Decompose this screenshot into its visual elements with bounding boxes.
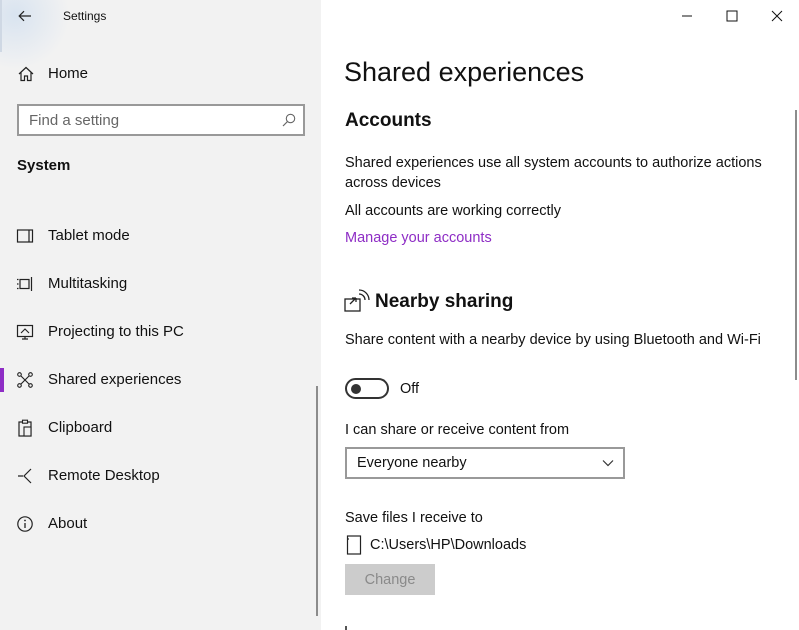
accounts-description: Shared experiences use all system accoun… [345,155,762,191]
sidebar-item-label: About [48,515,88,532]
nearby-sharing-toggle[interactable] [345,378,389,399]
close-button[interactable] [754,0,799,32]
maximize-icon [726,10,738,22]
accounts-status: All accounts are working correctly [345,203,561,219]
sidebar-item-label: Shared experiences [48,371,182,388]
minimize-icon [682,15,692,17]
device-icon [346,535,362,555]
multitasking-icon [17,277,33,291]
selection-indicator [0,368,4,392]
shared-experiences-icon [17,372,33,388]
nearby-sharing-icon [344,289,370,312]
sidebar-item-home[interactable]: Home [0,56,321,90]
close-icon [771,10,783,22]
toggle-knob [351,384,361,394]
sidebar-item-about[interactable]: About [0,504,321,544]
sidebar-item-label: Tablet mode [48,227,130,244]
back-arrow-icon [18,10,31,22]
tablet-mode-icon [16,229,34,243]
clipboard-icon [18,419,32,437]
sidebar-item-label: Home [48,65,89,82]
dropdown-value: Everyone nearby [357,455,467,471]
sidebar-item-label: Projecting to this PC [48,323,184,340]
sidebar-item-multitasking[interactable]: Multitasking [0,264,321,304]
sidebar-edge [0,0,2,52]
sidebar-item-projecting[interactable]: Projecting to this PC [0,312,321,352]
maximize-button[interactable] [709,0,755,32]
clipped-content-edge [345,626,347,630]
change-button[interactable]: Change [345,564,435,595]
app-title: Settings [63,9,107,23]
back-button[interactable] [12,4,38,28]
sidebar-item-label: Clipboard [48,419,113,436]
remote-desktop-icon [18,468,32,484]
accounts-heading: Accounts [345,110,432,131]
toggle-state-label: Off [400,381,420,397]
sidebar-item-remote-desktop[interactable]: Remote Desktop [0,456,321,496]
search-input[interactable] [19,106,269,134]
nearby-sharing-heading: Nearby sharing [375,291,514,312]
minimize-button[interactable] [664,0,710,32]
save-path: C:\Users\HP\Downloads [370,537,527,553]
share-from-dropdown[interactable]: Everyone nearby [345,447,625,479]
page-title: Shared experiences [344,57,585,87]
search-icon[interactable] [281,112,297,128]
sidebar-item-label: Remote Desktop [48,467,160,484]
sidebar-item-shared-experiences[interactable]: Shared experiences [0,360,321,400]
home-icon [18,66,34,82]
share-from-label: I can share or receive content from [345,422,570,438]
search-box[interactable] [17,104,305,136]
sidebar-item-label: Multitasking [48,275,128,292]
manage-accounts-link[interactable]: Manage your accounts [345,230,492,246]
sidebar-scrollbar[interactable] [316,386,318,616]
nearby-description: Share content with a nearby device by us… [345,332,761,348]
save-files-label: Save files I receive to [345,510,483,526]
sidebar-item-tablet-mode[interactable]: Tablet mode [0,216,321,256]
content-scrollbar[interactable] [795,110,797,380]
section-header: System [17,157,71,174]
about-icon [17,516,33,532]
sidebar-item-clipboard[interactable]: Clipboard [0,408,321,448]
chevron-down-icon [602,460,614,467]
settings-sidebar: Settings Home System Tablet mode Multita… [0,0,321,630]
projecting-icon [16,324,34,340]
